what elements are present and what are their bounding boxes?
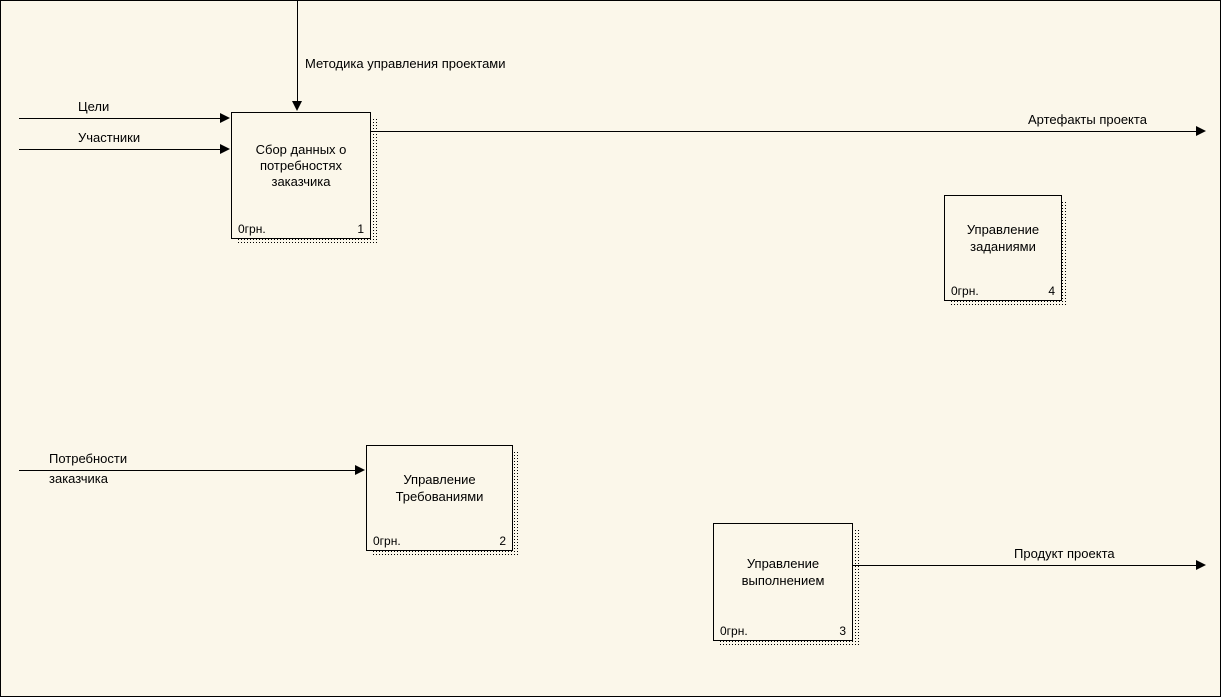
block-3-num: 3 [839, 624, 846, 638]
arrow-methodology-head [292, 101, 302, 111]
block-1-cost: 0грн. [238, 222, 266, 236]
block-4: Управление заданиями 0грн. 4 [944, 195, 1062, 301]
label-needs-1: Потребности [49, 451, 127, 466]
arrow-goals-head [220, 113, 230, 123]
block-1: Сбор данных о потребностях заказчика 0гр… [231, 112, 371, 239]
arrow-goals-line [19, 118, 221, 119]
block-2-num: 2 [499, 534, 506, 548]
label-needs-2: заказчика [49, 471, 108, 486]
label-methodology: Методика управления проектами [305, 56, 506, 71]
label-participants: Участники [78, 130, 140, 145]
label-product: Продукт проекта [1014, 546, 1115, 561]
arrow-needs-head [355, 465, 365, 475]
arrow-product-line [853, 565, 1197, 566]
arrow-methodology-line [297, 1, 298, 101]
block-2-cost: 0грн. [373, 534, 401, 548]
block-4-footer: 0грн. 4 [945, 281, 1061, 300]
label-goals: Цели [78, 99, 109, 114]
block-1-num: 1 [357, 222, 364, 236]
arrow-artifacts-line [371, 131, 1197, 132]
arrow-artifacts-head [1196, 126, 1206, 136]
block-1-footer: 0грн. 1 [232, 219, 370, 238]
block-3: Управление выполнением 0грн. 3 [713, 523, 853, 641]
block-2-title: Управление Требованиями [367, 446, 512, 531]
block-3-title: Управление выполнением [714, 524, 852, 621]
block-2-footer: 0грн. 2 [367, 531, 512, 550]
arrow-participants-line [19, 149, 221, 150]
diagram-canvas: Сбор данных о потребностях заказчика 0гр… [0, 0, 1221, 697]
label-artifacts: Артефакты проекта [1028, 112, 1147, 127]
block-4-title: Управление заданиями [945, 196, 1061, 281]
block-3-cost: 0грн. [720, 624, 748, 638]
block-1-title: Сбор данных о потребностях заказчика [232, 113, 370, 219]
block-4-num: 4 [1048, 284, 1055, 298]
arrow-participants-head [220, 144, 230, 154]
block-3-footer: 0грн. 3 [714, 621, 852, 640]
block-2: Управление Требованиями 0грн. 2 [366, 445, 513, 551]
arrow-product-head [1196, 560, 1206, 570]
block-4-cost: 0грн. [951, 284, 979, 298]
